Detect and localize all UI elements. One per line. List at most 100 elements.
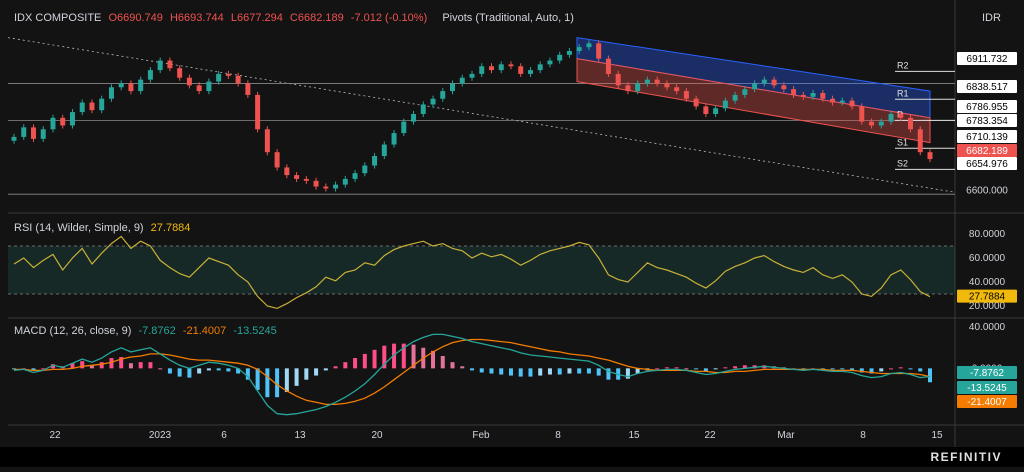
- candle-body: [294, 175, 300, 179]
- candle-body: [839, 100, 845, 103]
- price-label: 6911.732: [967, 54, 1008, 65]
- candle-body: [99, 98, 105, 111]
- macd-hist-bar: [508, 368, 513, 376]
- price-label: 6710.139: [966, 132, 1008, 143]
- candle-body: [196, 85, 202, 92]
- candle-body: [927, 152, 933, 160]
- macd-last-label: -21.4007: [967, 397, 1007, 408]
- candle-body: [245, 83, 251, 95]
- pivot-label-r2: R2: [897, 60, 909, 70]
- candle-body: [547, 60, 553, 65]
- macd-hist-bar: [908, 368, 913, 370]
- rsi-value: 27.7884: [150, 222, 191, 234]
- candle-body: [664, 83, 670, 88]
- rsi-tick-label: 60.0000: [969, 253, 1006, 264]
- candle-body: [352, 173, 358, 179]
- price-label: 6838.517: [966, 82, 1008, 93]
- candle-body: [878, 121, 884, 126]
- candle-body: [303, 178, 309, 181]
- candle-body: [683, 91, 689, 99]
- macd-hist-bar: [109, 358, 114, 369]
- macd-tick-label: 40.0000: [969, 322, 1006, 333]
- macd-hist-bar: [128, 363, 133, 369]
- pivot-label-r1: R1: [897, 88, 909, 98]
- macd-hist-bar: [304, 368, 309, 380]
- macd-hist-bar: [294, 368, 299, 386]
- candle-body: [21, 127, 27, 137]
- macd-hist-bar: [333, 366, 338, 369]
- time-tick-label: 20: [371, 430, 383, 441]
- candle-body: [372, 156, 378, 166]
- candle-body: [810, 93, 816, 97]
- candle-body: [586, 43, 592, 48]
- macd-hist-bar: [889, 368, 894, 370]
- macd-hist-bar: [226, 368, 231, 372]
- brand-logo: REFINITIV: [930, 450, 1002, 464]
- candle-body: [742, 89, 748, 95]
- candle-body: [752, 83, 758, 90]
- macd-hist-bar: [197, 368, 202, 374]
- macd-hist-bar: [557, 368, 562, 375]
- rsi-tick-label: 40.0000: [969, 277, 1006, 288]
- high-value: H6693.744: [169, 12, 224, 24]
- macd-hist-bar: [577, 368, 582, 374]
- macd-hist-bar: [177, 368, 182, 377]
- legend-macd: MACD (12, 26, close, 9) -7.8762 -21.4007…: [14, 325, 281, 337]
- macd-line-value: -7.8762: [138, 325, 176, 337]
- symbol-name[interactable]: IDX COMPOSITE: [14, 12, 101, 24]
- candle-body: [450, 83, 456, 92]
- pivots-indicator-label[interactable]: Pivots (Traditional, Auto, 1): [442, 12, 574, 24]
- candle-body: [508, 64, 514, 67]
- candle-body: [605, 58, 611, 74]
- macd-hist-bar: [694, 368, 699, 370]
- macd-hist-bar: [684, 368, 689, 370]
- macd-hist-bar: [723, 367, 728, 369]
- candle-body: [693, 98, 699, 107]
- candle-body: [800, 94, 806, 97]
- candle-body: [479, 66, 485, 74]
- macd-hist-bar: [372, 349, 377, 369]
- candle-body: [108, 87, 114, 99]
- macd-hist-bar: [148, 362, 153, 369]
- candle-body: [654, 79, 660, 84]
- candle-body: [440, 91, 446, 99]
- candle-body: [722, 100, 728, 109]
- macd-hist-bar: [538, 368, 543, 376]
- macd-hist-bar: [489, 368, 494, 374]
- macd-hist-bar: [440, 355, 445, 369]
- candle-body: [401, 121, 407, 134]
- price-label: 6783.354: [966, 116, 1008, 127]
- candle-body: [635, 83, 641, 92]
- candle-body: [225, 73, 231, 76]
- candle-body: [781, 85, 787, 90]
- macd-hist-bar: [265, 368, 270, 398]
- candle-body: [625, 85, 631, 92]
- candle-body: [284, 167, 290, 176]
- price-label: 6682.189: [966, 146, 1008, 157]
- time-tick-label: 8: [555, 430, 561, 441]
- macd-hist-bar: [499, 368, 504, 375]
- change-value: -7.012 (-0.10%): [350, 12, 428, 24]
- time-tick-label: 22: [704, 430, 716, 441]
- candle-body: [30, 127, 36, 139]
- price-label: 6786.955: [966, 102, 1008, 113]
- candle-body: [469, 73, 475, 78]
- candle-body: [157, 60, 163, 71]
- candle-body: [830, 98, 836, 103]
- candle-body: [313, 180, 319, 187]
- macd-hist-bar: [187, 368, 192, 378]
- price-tick-label: 6600.000: [966, 185, 1008, 196]
- price-label: 6654.976: [966, 159, 1008, 170]
- candle-body: [381, 144, 387, 156]
- open-value: O6690.749: [108, 12, 163, 24]
- candle-body: [849, 100, 855, 107]
- time-tick-label: 15: [628, 430, 640, 441]
- time-tick-label: 22: [49, 430, 61, 441]
- candle-body: [917, 129, 923, 153]
- time-tick-label: 15: [931, 430, 943, 441]
- candle-body: [128, 83, 134, 92]
- macd-label[interactable]: MACD (12, 26, close, 9): [14, 325, 131, 337]
- macd-hist-bar: [918, 368, 923, 372]
- rsi-label[interactable]: RSI (14, Wilder, Simple, 9): [14, 222, 144, 234]
- candle-body: [89, 102, 95, 111]
